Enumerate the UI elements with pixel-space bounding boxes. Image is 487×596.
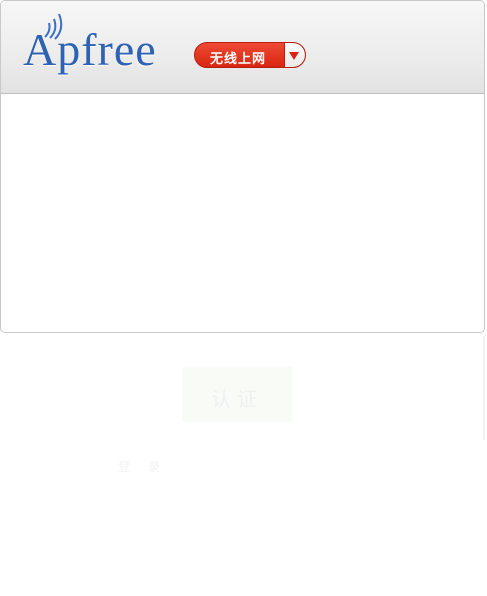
dropdown-toggle[interactable] [284, 43, 305, 67]
apfree-logo: Apfree [23, 11, 179, 83]
network-mode-dropdown[interactable]: 无线上网 [194, 42, 306, 68]
dropdown-arrow-icon [289, 52, 299, 60]
network-mode-label: 无线上网 [210, 51, 267, 66]
faded-login-text: 登录 [118, 460, 179, 474]
faded-auth-label: 认证 [211, 389, 263, 411]
header-bar: Apfree 无线上网 [1, 1, 484, 94]
logo-text: Apfree [23, 24, 157, 75]
scroll-edge [483, 336, 485, 440]
faded-auth-button[interactable]: 认证 [182, 367, 292, 422]
main-panel: Apfree 无线上网 [0, 0, 485, 333]
